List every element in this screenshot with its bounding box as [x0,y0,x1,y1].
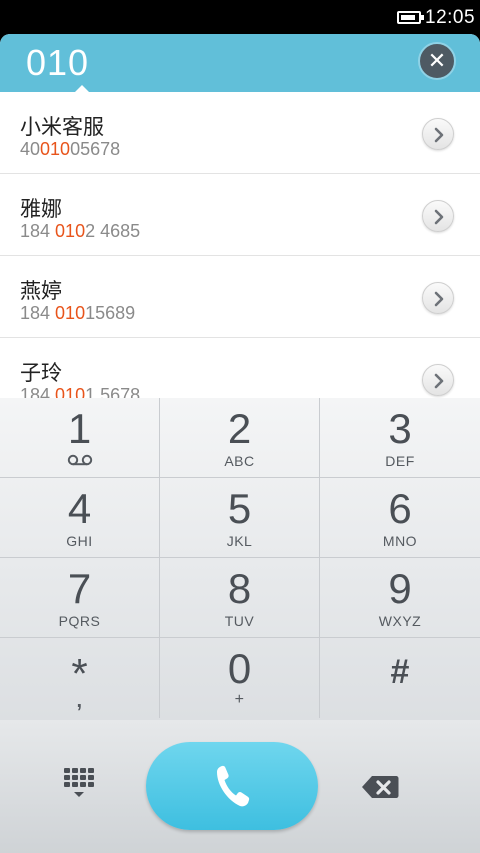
contact-name: 小米客服 [20,115,104,139]
key-digit: # [390,653,410,691]
key-9[interactable]: 9 WXYZ [320,558,480,638]
key-digit: 5 [227,485,252,532]
contact-result[interactable]: 子玲 184 0101 5678 [0,338,480,398]
contact-name: 雅娜 [20,197,62,221]
dialed-number: 010 [26,42,90,83]
key-digit: 7 [67,565,92,612]
key-4[interactable]: 4 GHI [0,478,160,558]
key-digit: 3 [388,405,412,452]
key-8[interactable]: 8 TUV [160,558,320,638]
dialer-panel: 010 ✕ 小米客服 4001005678 雅娜 184 0102 4685 燕… [0,34,480,853]
number-prefix: 40 [20,139,41,159]
phone-icon [217,765,250,807]
delete-button[interactable] [358,770,402,804]
number-match: 010 [55,221,86,241]
key-6[interactable]: 6 MNO [320,478,480,558]
contact-name: 燕婷 [20,279,62,303]
key-digit: 8 [227,565,252,612]
contact-detail-button[interactable] [422,200,454,232]
contact-result[interactable]: 小米客服 4001005678 [0,92,480,174]
number-match: 010 [55,385,86,398]
contact-detail-button[interactable] [422,118,454,150]
key-letters: PQRS [58,613,101,629]
number-prefix: 184 [20,303,56,323]
key-letters: JKL [226,533,253,549]
contact-result[interactable]: 燕婷 184 01015689 [0,256,480,338]
battery-level [401,15,415,20]
number-suffix: 05678 [70,139,121,159]
number-suffix: 1 5678 [85,385,141,398]
number-prefix: 184 [20,221,56,241]
chevron-right-icon [434,209,444,225]
key-3[interactable]: 3 DEF [320,398,480,478]
key-digit: 6 [388,485,412,532]
key-letters: ABC [224,453,255,469]
chevron-right-icon [434,127,444,143]
contact-detail-button[interactable] [422,364,454,396]
dialed-number-bar: 010 ✕ [0,34,480,93]
key-0[interactable]: 0 + [160,638,320,718]
dialpad-grid-icon [64,768,94,797]
contact-result[interactable]: 雅娜 184 0102 4685 [0,174,480,256]
key-letters: GHI [66,533,93,549]
key-7[interactable]: 7 PQRS [0,558,160,638]
status-time: 12:05 [425,7,476,28]
status-bar: 12:05 [0,0,480,34]
call-button[interactable] [146,742,318,830]
key-star[interactable]: * , [0,638,160,718]
contact-results-list[interactable]: 小米客服 4001005678 雅娜 184 0102 4685 燕婷 184 … [0,92,480,398]
number-prefix: 184 [20,385,56,398]
chevron-right-icon [434,373,444,389]
key-5[interactable]: 5 JKL [160,478,320,558]
contact-name: 子玲 [20,361,62,385]
clear-button[interactable]: ✕ [418,42,456,80]
contact-number: 184 0102 4685 [20,221,140,242]
number-suffix: 2 4685 [85,221,141,241]
key-digit: 1 [67,405,92,452]
key-digit: 2 [227,405,252,452]
key-letters: , [76,690,83,712]
number-match: 010 [55,303,86,323]
chevron-right-icon [434,291,444,307]
contact-detail-button[interactable] [422,282,454,314]
backspace-icon [362,776,399,798]
dialer-action-bar [0,720,480,853]
key-digit: 9 [388,565,412,612]
key-hash[interactable]: # [320,638,480,718]
battery-icon [397,11,424,24]
number-suffix: 15689 [85,303,136,323]
key-letters: TUV [224,613,255,629]
close-icon: ✕ [427,48,447,73]
contact-number: 184 01015689 [20,303,135,324]
key-letters: DEF [385,453,415,469]
dialpad-toggle-button[interactable] [56,764,102,810]
key-2[interactable]: 2 ABC [160,398,320,478]
key-digit: 0 [227,645,252,692]
key-digit: 4 [67,485,92,532]
key-1[interactable]: 1 [0,398,160,478]
key-letters: MNO [382,533,418,549]
number-match: 010 [40,139,71,159]
dialpad: 1 2 ABC 3 DEF 4 GHI 5 JKL 6 MNO 7 PQRS 8 [0,398,480,720]
contact-number: 184 0101 5678 [20,385,140,398]
key-letters: + [234,691,245,708]
key-letters: WXYZ [378,613,422,629]
voicemail-icon [67,454,93,466]
contact-number: 4001005678 [20,139,120,160]
